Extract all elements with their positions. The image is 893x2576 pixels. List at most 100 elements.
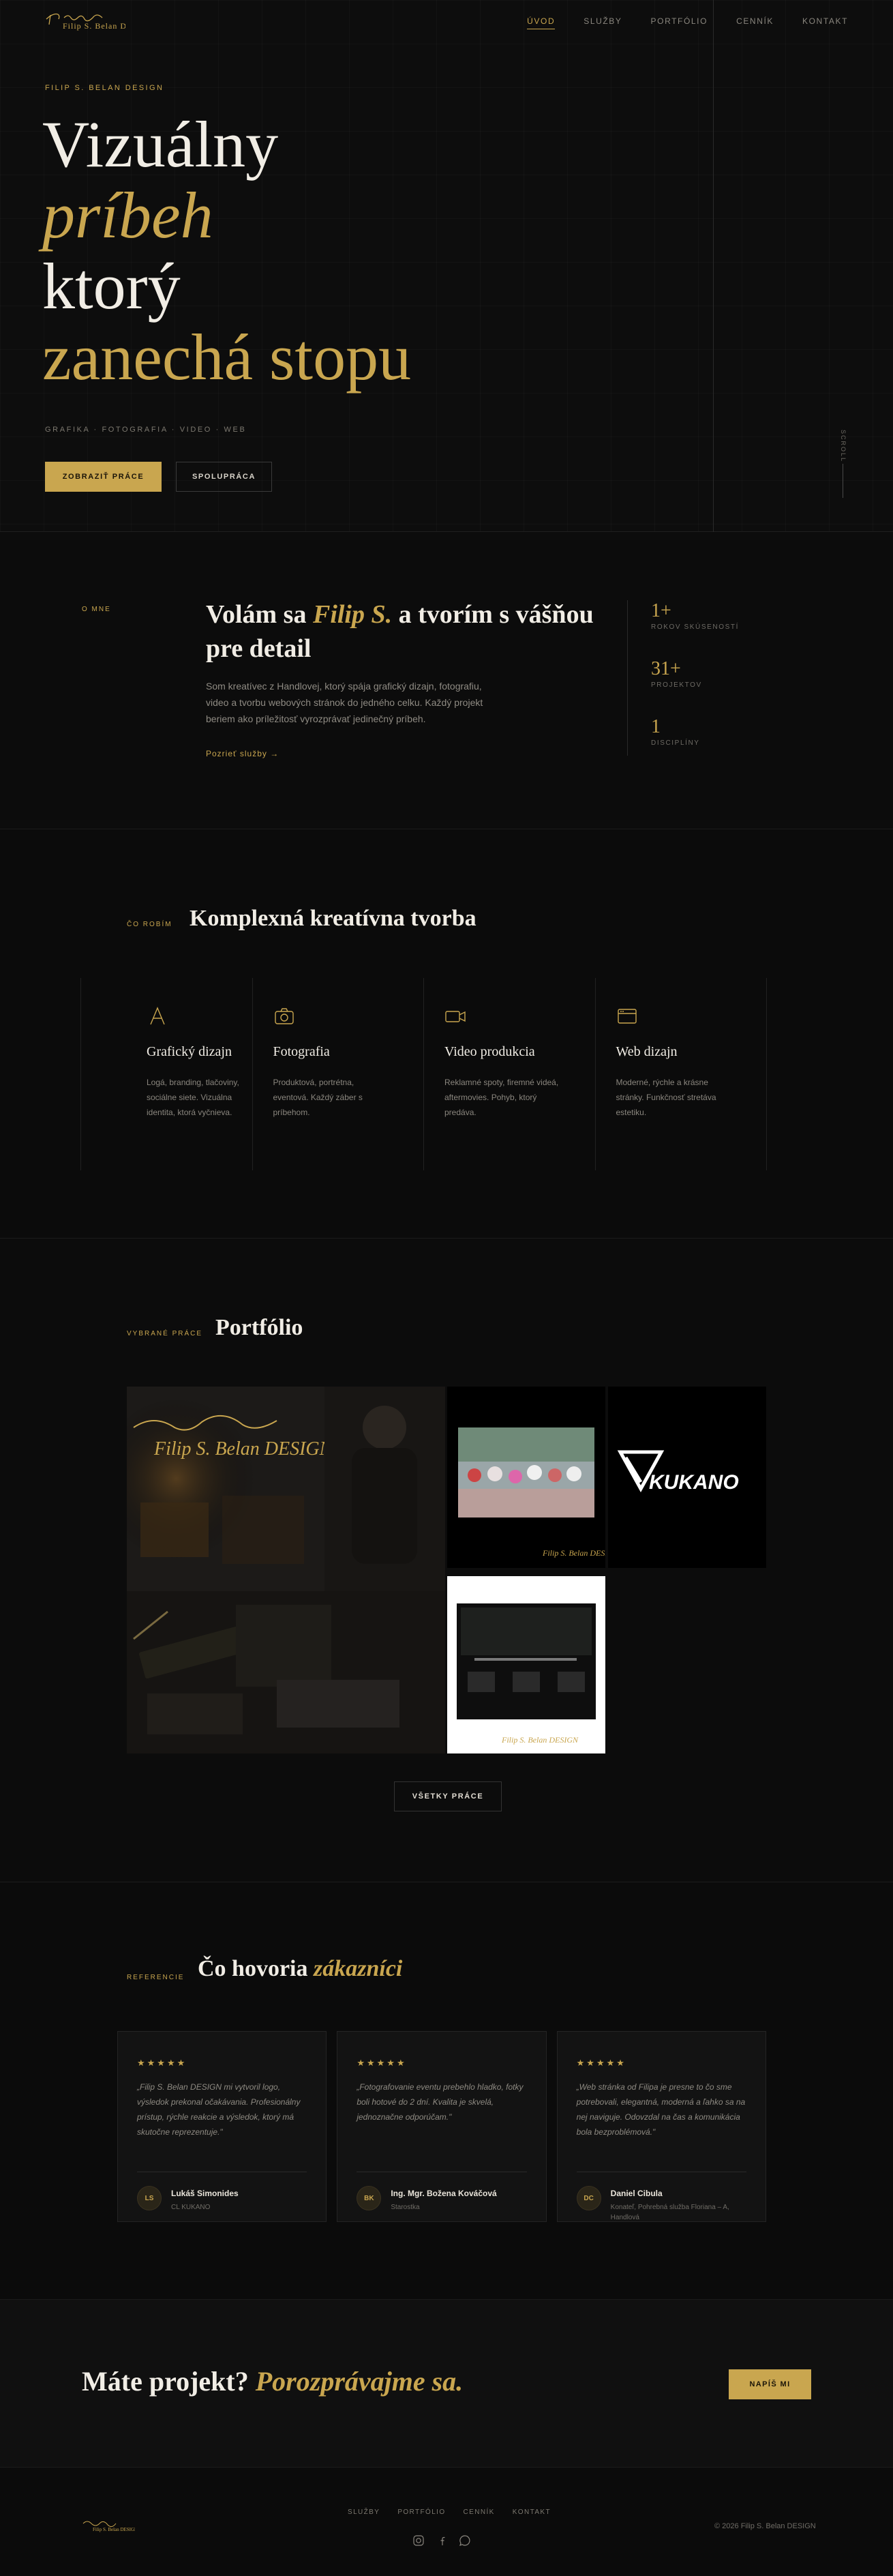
nav-link-sluzby[interactable]: SLUŽBY xyxy=(584,16,622,29)
testimonials-title-italic: zákazníci xyxy=(314,1956,403,1981)
footer-link-kontakt[interactable]: KONTAKT xyxy=(513,2508,551,2516)
author-role: Starostka xyxy=(391,2204,420,2211)
triangle-icon xyxy=(150,1007,165,1025)
rating-stars: ★★★★★ xyxy=(357,2058,407,2068)
stat-value: 1 xyxy=(651,716,661,737)
nav-link-kontakt[interactable]: KONTAKT xyxy=(802,16,848,29)
stat-disciplines: 1 DISCIPLÍNY xyxy=(651,716,763,747)
testimonial-author: DC Daniel Cibula Konateľ, Pohrebná služba… xyxy=(576,2186,747,2223)
write-me-button[interactable]: NAPÍŠ MI xyxy=(729,2369,811,2399)
services-section: ČO ROBÍM Komplexná kreatívna tvorba Graf… xyxy=(0,829,893,1239)
event-photo-image: Filip S. Belan DESIGN xyxy=(458,1427,605,1558)
author-name: Daniel Cibula xyxy=(610,2189,663,2198)
stat-value: 31+ xyxy=(651,658,681,679)
testimonials-title-pre: Čo hovoria xyxy=(198,1956,314,1981)
brand-logo[interactable]: Filip S. Belan DESIGN xyxy=(44,10,125,33)
service-name: Web dizajn xyxy=(616,1044,678,1059)
portfolio-item-branding-facade[interactable]: Filip S. Belan DESIGN xyxy=(127,1387,445,1753)
service-card-body: Grafický dizajn Logá, branding, tlačovin… xyxy=(147,1005,262,1120)
nav-link-portfolio[interactable]: PORTFÓLIO xyxy=(651,16,708,29)
cta-section: Máte projekt? Porozprávajme sa. NAPÍŠ MI xyxy=(0,2300,893,2468)
about-label: O MNE xyxy=(82,606,111,613)
rating-stars: ★★★★★ xyxy=(576,2058,626,2068)
collaboration-button[interactable]: SPOLUPRÁCA xyxy=(176,462,272,492)
all-works-button[interactable]: VŠETKY PRÁCE xyxy=(394,1781,502,1811)
service-card-photography[interactable]: Fotografia Produktová, portrétna, evento… xyxy=(252,978,424,1170)
brand-logo-text: Filip S. Belan DESIGN xyxy=(63,21,125,31)
hero-divider xyxy=(713,0,714,532)
nav-link-uvod[interactable]: ÚVOD xyxy=(527,16,556,29)
stat-label: DISCIPLÍNY xyxy=(651,739,700,747)
footer-link-portfolio[interactable]: PORTFÓLIO xyxy=(397,2508,445,2516)
service-card-body: Web dizajn Moderné, rýchle a krásne strá… xyxy=(616,1005,732,1120)
hero-title-line4: zanechá stopu xyxy=(42,321,412,394)
stat-projects: 31+ PROJEKTOV xyxy=(651,658,763,689)
service-name: Video produkcia xyxy=(444,1044,535,1059)
scroll-label: SCROLL xyxy=(840,430,847,463)
footer-link-cennik[interactable]: CENNÍK xyxy=(464,2508,495,2516)
services-grid: Grafický dizajn Logá, branding, tlačovin… xyxy=(80,978,767,1170)
service-card-video[interactable]: Video produkcia Reklamné spoty, firemné … xyxy=(423,978,595,1170)
service-desc: Reklamné spoty, firemné videá, aftermovi… xyxy=(444,1078,559,1117)
author-role: Konateľ, Pohrebná služba Floriana – A, H… xyxy=(610,2204,729,2221)
services-title: Komplexná kreatívna tvorba xyxy=(190,906,476,931)
view-services-link[interactable]: Pozrieť služby → xyxy=(206,749,279,758)
service-name: Fotografia xyxy=(273,1044,330,1059)
testimonial-author: LS Lukáš Simonides CL KUKANO xyxy=(137,2186,307,2212)
testimonials-title: Čo hovoria zákazníci xyxy=(198,1956,402,1982)
avatar: BK xyxy=(357,2186,382,2210)
service-card-body: Fotografia Produktová, portrétna, evento… xyxy=(273,1005,389,1120)
social-links xyxy=(412,2534,471,2547)
hero-title: Vizuálny príbeh ktorý zanechá stopu xyxy=(42,109,411,393)
hero-title-line3: ktorý xyxy=(42,250,181,323)
cta-title: Máte projekt? Porozprávajme sa. xyxy=(82,2365,463,2397)
footer: Filip S. Belan DESIGN SLUŽBY PORTFÓLIO C… xyxy=(0,2468,893,2576)
service-name: Grafický dizajn xyxy=(147,1044,232,1059)
author-role: CL KUKANO xyxy=(171,2204,211,2211)
services-label: ČO ROBÍM xyxy=(127,921,172,928)
testimonial-card: ★★★★★ „Web stránka od Filipa je presne t… xyxy=(556,2031,766,2223)
testimonial-quote: „Web stránka od Filipa je presne to čo s… xyxy=(576,2082,746,2137)
service-card-web[interactable]: Web dizajn Moderné, rýchle a krásne strá… xyxy=(594,978,767,1170)
instagram-icon[interactable] xyxy=(412,2534,425,2547)
hero-subtitle: GRAFIKA · FOTOGRAFIA · VIDEO · WEB xyxy=(45,426,247,434)
event-tile-logo-text: Filip S. Belan DESIGN xyxy=(542,1548,605,1558)
service-desc: Moderné, rýchle a krásne stránky. Funkčn… xyxy=(616,1078,716,1117)
stat-years: 1+ ROKOV SKÚSENOSTÍ xyxy=(651,600,763,631)
chat-icon[interactable] xyxy=(459,2534,471,2547)
testimonial-author: BK Ing. Mgr. Božena Kováčová Starostka xyxy=(357,2186,527,2212)
portfolio-grid: Filip S. Belan DESIGN Filip S. Belan DES… xyxy=(127,1387,766,1753)
testimonial-quote: „Fotografovanie eventu prebehlo hladko, … xyxy=(357,2082,524,2122)
hero-title-line2: príbeh xyxy=(42,179,213,252)
website-mockup-image: Filip S. Belan DESIGN xyxy=(457,1603,596,1745)
footer-logo[interactable]: Filip S. Belan DESIGN xyxy=(82,2517,135,2533)
kukano-wordmark: KUKANO xyxy=(649,1471,739,1494)
page: FILIP S. BELAN DESIGN Vizuálny príbeh kt… xyxy=(0,0,893,2576)
about-title-name: Filip S. xyxy=(312,600,393,629)
top-nav: Filip S. Belan DESIGN ÚVOD SLUŽBY PORTFÓ… xyxy=(0,0,893,44)
service-card-graphic-design[interactable]: Grafický dizajn Logá, branding, tlačovin… xyxy=(80,978,252,1170)
facebook-icon[interactable] xyxy=(436,2534,448,2547)
testimonial-card: ★★★★★ „Fotografovanie eventu prebehlo hl… xyxy=(337,2031,547,2222)
kukano-logo-image: KUKANO xyxy=(617,1450,739,1494)
author-name: Ing. Mgr. Božena Kováčová xyxy=(391,2189,497,2198)
portfolio-item-event-photo[interactable]: Filip S. Belan DESIGN xyxy=(447,1387,605,1568)
nav-link-cennik[interactable]: CENNÍK xyxy=(736,16,774,29)
hero-eyebrow: FILIP S. BELAN DESIGN xyxy=(45,84,164,92)
stat-label: ROKOV SKÚSENOSTÍ xyxy=(651,623,739,631)
view-works-button[interactable]: ZOBRAZIŤ PRÁCE xyxy=(45,462,162,492)
testimonials-label: REFERENCIE xyxy=(127,1974,185,1981)
stats: 1+ ROKOV SKÚSENOSTÍ 31+ PROJEKTOV 1 DISC… xyxy=(627,600,763,756)
copyright: © 2026 Filip S. Belan DESIGN xyxy=(714,2522,816,2530)
footer-logo-text: Filip S. Belan DESIGN xyxy=(93,2527,135,2532)
portfolio-item-website[interactable]: Filip S. Belan DESIGN xyxy=(447,1576,605,1753)
testimonial-card: ★★★★★ „Filip S. Belan DESIGN mi vytvoril… xyxy=(117,2031,327,2222)
avatar: DC xyxy=(576,2186,601,2210)
branding-mockup-image: Filip S. Belan DESIGN xyxy=(127,1387,445,1753)
footer-link-sluzby[interactable]: SLUŽBY xyxy=(348,2508,380,2516)
testimonial-quote: „Filip S. Belan DESIGN mi vytvoril logo,… xyxy=(137,2082,301,2137)
nav-links: ÚVOD SLUŽBY PORTFÓLIO CENNÍK KONTAKT xyxy=(527,16,848,29)
portfolio-section: VYBRANÉ PRÁCE Portfólio Filip S. Belan D… xyxy=(0,1239,893,1882)
portfolio-item-kukano-logo[interactable]: KUKANO xyxy=(608,1387,766,1568)
testimonial-cards: ★★★★★ „Filip S. Belan DESIGN mi vytvoril… xyxy=(117,2031,766,2222)
